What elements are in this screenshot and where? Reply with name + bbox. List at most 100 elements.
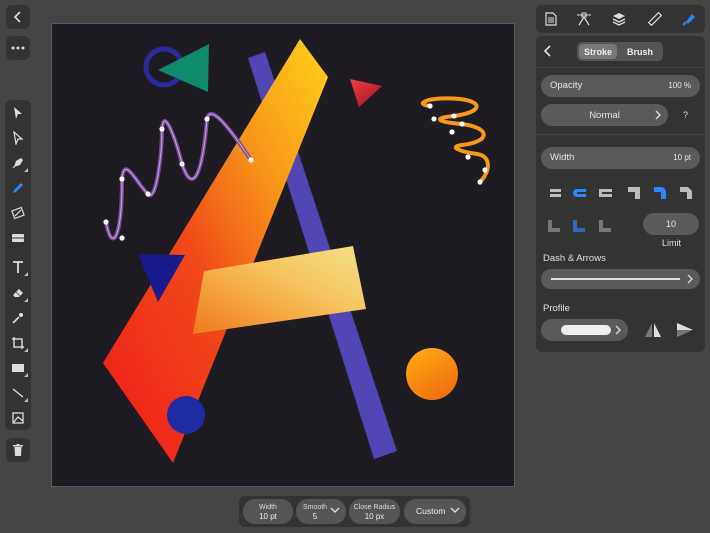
butt-cap-icon [547, 189, 561, 197]
brush-icon [11, 206, 25, 220]
node-tool[interactable] [5, 126, 31, 150]
profile-preview-icon [561, 325, 611, 335]
tools-panel [5, 100, 31, 430]
round-join-button[interactable] [653, 186, 667, 200]
eraser-icon [13, 289, 23, 297]
blue-circle-shape [167, 396, 205, 434]
align-outside-button[interactable] [598, 219, 612, 233]
delete-button[interactable] [6, 438, 30, 462]
mirror-profile-button[interactable] [676, 322, 694, 338]
eraser-tool[interactable] [5, 281, 31, 305]
pen-nib-icon [12, 158, 23, 169]
pen-options-tab[interactable] [569, 5, 599, 33]
rectangle-icon [12, 364, 24, 372]
pen-tool[interactable] [5, 151, 31, 175]
vector-brush-tool[interactable] [5, 201, 31, 225]
more-icon [11, 46, 25, 50]
trash-icon [13, 444, 23, 456]
bevel-join-icon [680, 187, 692, 199]
dash-arrows-label: Dash & Arrows [543, 253, 606, 264]
width-value: 10 pt [259, 511, 277, 521]
text-tool[interactable] [5, 255, 31, 279]
close-radius-control[interactable]: Close Radius 10 px [349, 499, 400, 524]
chevron-left-icon [543, 45, 551, 57]
context-toolbar: Width 10 pt Smooth 5 Close Radius 10 px … [239, 496, 470, 527]
align-inside-button[interactable] [547, 219, 561, 233]
round-cap-button[interactable] [572, 186, 586, 200]
limit-label: Limit [662, 238, 682, 248]
opacity-slider[interactable]: Opacity 100 % [541, 75, 700, 97]
stroke-brush-switch: Stroke Brush [577, 42, 663, 61]
chevron-right-icon [615, 325, 621, 335]
pencil-tool[interactable] [5, 176, 31, 200]
line-icon [12, 388, 24, 398]
image-icon [12, 412, 24, 424]
miter-join-button[interactable] [627, 186, 641, 200]
align-center-button[interactable] [572, 219, 586, 233]
custom-dropdown[interactable]: Custom [404, 499, 466, 524]
width-control[interactable]: Width 10 pt [243, 499, 293, 524]
tab-stroke[interactable]: Stroke [579, 44, 617, 59]
miter-join-icon [628, 187, 640, 199]
bevel-join-button[interactable] [679, 186, 693, 200]
help-button[interactable]: ? [683, 110, 688, 120]
smooth-label: Smooth [302, 503, 328, 511]
color-picker-tool[interactable] [5, 306, 31, 330]
panel-back-button[interactable] [542, 44, 556, 58]
tab-brush[interactable]: Brush [621, 44, 659, 59]
back-button[interactable] [6, 5, 30, 29]
profile-label: Profile [543, 303, 570, 314]
layers-tab[interactable] [604, 5, 634, 33]
width-slider[interactable]: Width 10 pt [541, 147, 700, 169]
flip-profile-button[interactable] [644, 322, 662, 338]
blend-mode-dropdown[interactable]: Normal [541, 104, 668, 126]
rectangle-tool[interactable] [5, 356, 31, 380]
opacity-label: Opacity [550, 80, 583, 91]
square-cap-button[interactable] [598, 186, 612, 200]
letter-a-shape [103, 39, 328, 463]
stroke-tab[interactable] [674, 5, 704, 33]
artwork [103, 39, 490, 463]
opacity-value: 100 % [668, 81, 691, 90]
butt-cap-button[interactable] [547, 186, 561, 200]
stroke-width-value: 10 pt [673, 153, 691, 162]
place-image-tool[interactable] [5, 406, 31, 430]
line-tool[interactable] [5, 381, 31, 405]
document-tab[interactable] [536, 5, 566, 33]
dash-arrows-button[interactable] [541, 269, 700, 289]
orange-circle-shape [406, 348, 458, 400]
taper-icon [677, 323, 693, 337]
fill-tool[interactable] [5, 226, 31, 250]
smooth-control[interactable]: Smooth 5 [296, 499, 346, 524]
stroke-panel: Stroke Brush Opacity 100 % Normal ? Widt… [536, 36, 705, 352]
node-pointer-icon [13, 131, 24, 145]
chevron-down-icon [450, 507, 460, 513]
chevron-right-icon [655, 110, 661, 120]
crop-tool[interactable] [5, 331, 31, 355]
document-canvas[interactable] [51, 23, 515, 487]
close-radius-label: Close Radius [353, 503, 396, 511]
more-options-button[interactable] [6, 36, 30, 60]
stroke-width-label: Width [550, 152, 575, 163]
align-inside-icon [548, 220, 560, 232]
brush-stroke-icon [682, 14, 695, 26]
flip-horizontal-icon [645, 323, 661, 337]
miter-limit-field[interactable]: 10 [643, 213, 699, 235]
bezier-icon [577, 12, 591, 26]
text-icon [13, 261, 23, 273]
fill-icon [12, 234, 24, 242]
studio-tabs [536, 5, 705, 33]
blend-mode-value: Normal [589, 110, 620, 121]
transform-tab[interactable] [640, 5, 670, 33]
layers-icon [612, 13, 626, 26]
round-join-icon [654, 187, 666, 199]
ruler-icon [648, 12, 662, 26]
eyedropper-icon [12, 313, 23, 324]
crop-icon [12, 337, 24, 349]
document-icon [545, 12, 557, 26]
pressure-profile-button[interactable] [541, 319, 628, 341]
custom-label: Custom [416, 506, 446, 516]
move-tool[interactable] [5, 101, 31, 125]
square-cap-icon [599, 189, 612, 197]
round-cap-icon [573, 189, 586, 197]
